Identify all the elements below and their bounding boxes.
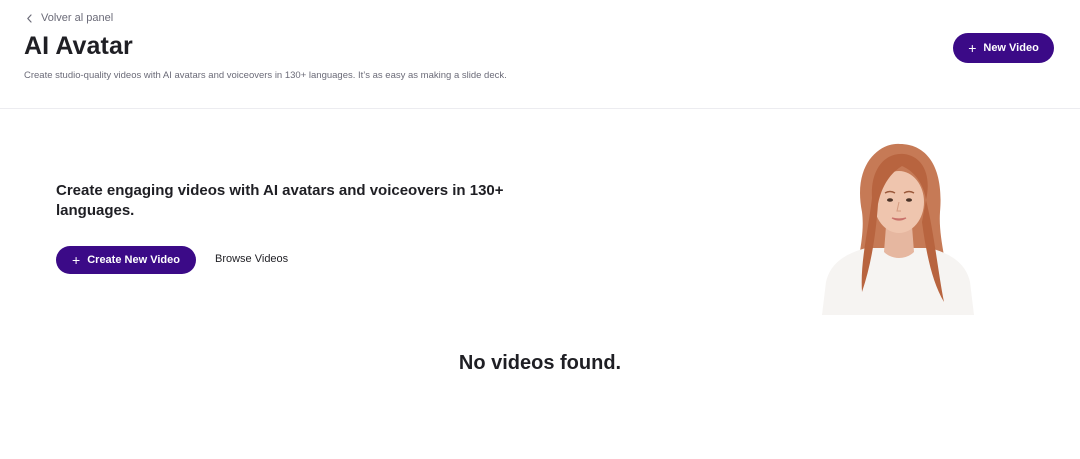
plus-icon: + [968, 40, 977, 56]
page-header: Volver al panel AI Avatar Create studio-… [0, 0, 1080, 109]
chevron-left-icon [27, 13, 32, 23]
create-new-video-button[interactable]: + Create New Video [56, 246, 196, 274]
ai-avatar-page: Volver al panel AI Avatar Create studio-… [0, 0, 1080, 459]
avatar-portrait-image [822, 142, 974, 315]
hero-heading: Create engaging videos with AI avatars a… [56, 182, 504, 219]
browse-videos-link[interactable]: Browse Videos [215, 253, 288, 265]
create-new-video-label: Create New Video [87, 254, 180, 266]
back-link-label: Volver al panel [41, 12, 114, 24]
back-to-panel-link[interactable]: Volver al panel [26, 12, 113, 24]
new-video-button-label: New Video [983, 42, 1039, 54]
plus-icon: + [72, 252, 81, 268]
page-subtitle: Create studio-quality videos with AI ava… [24, 70, 507, 81]
avatar-portrait-icon [822, 143, 974, 315]
new-video-button[interactable]: + New Video [953, 33, 1054, 63]
page-title: AI Avatar [24, 32, 133, 60]
empty-state-message: No videos found. [458, 352, 622, 374]
